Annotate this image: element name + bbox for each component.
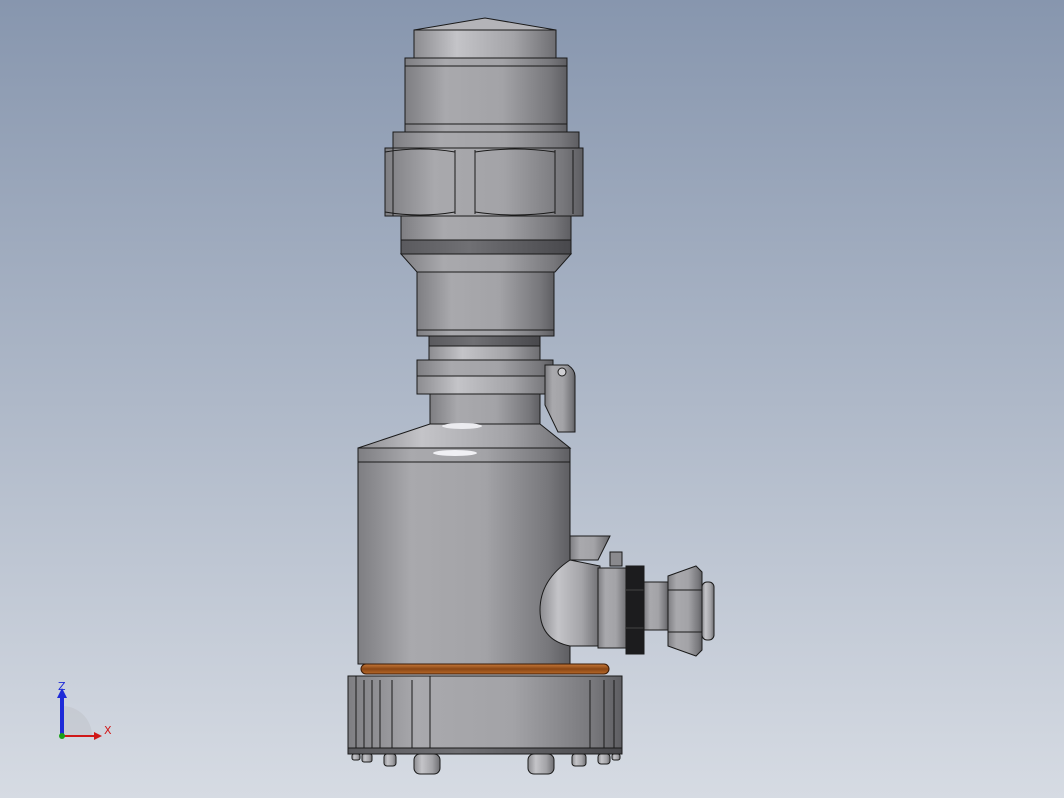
hex-nut [384,131,584,217]
view-orientation-triad[interactable]: Z X [50,676,120,746]
x-axis-label: X [104,724,112,737]
main-housing [357,447,571,665]
z-axis-label: Z [58,680,66,693]
neck-upper [399,215,573,361]
connector-pins [351,753,621,775]
neck-lower [357,359,572,449]
triad-quadrant-arc [62,706,92,736]
graphics-viewport[interactable]: Z X [0,0,1064,798]
y-axis-dot-icon [59,733,65,739]
top-cap [404,17,568,133]
o-ring-seal [360,663,610,675]
3d-model-view[interactable] [0,0,1064,798]
side-lug [544,364,576,433]
x-axis-arrow-icon [94,732,102,740]
connector-base [347,675,623,755]
